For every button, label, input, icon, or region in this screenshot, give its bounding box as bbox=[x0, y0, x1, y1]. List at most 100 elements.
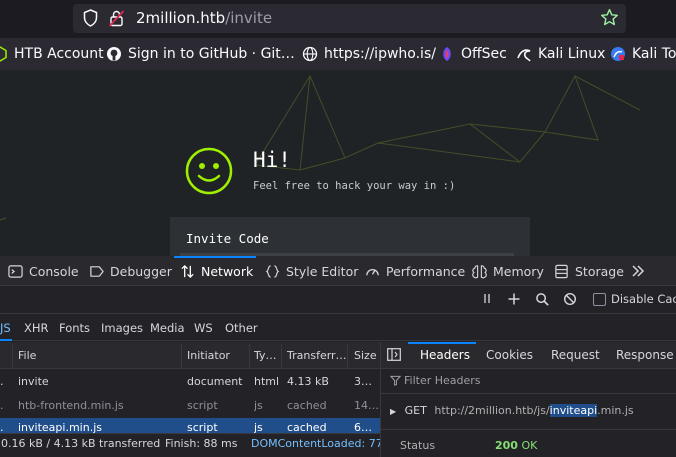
console-icon bbox=[8, 264, 23, 278]
request-url-highlight: inviteapi bbox=[549, 404, 598, 417]
expand-triangle-icon[interactable]: ▶ bbox=[390, 407, 396, 416]
request-summary-line[interactable]: ▶ GET http://2million.htb/js/inviteapi.m… bbox=[390, 404, 634, 417]
invite-code-label: Invite Code bbox=[186, 231, 269, 246]
filter-ws[interactable]: WS bbox=[194, 321, 213, 335]
request-initiator: script bbox=[187, 399, 218, 412]
request-file: invite bbox=[18, 375, 49, 388]
bookmark-github[interactable]: Sign in to GitHub · Git… bbox=[106, 44, 295, 64]
bookmark-label: OffSec bbox=[461, 46, 507, 62]
braces-icon bbox=[265, 264, 280, 278]
bookmark-htb-account[interactable]: HTB Account bbox=[0, 44, 104, 64]
disable-cache-checkbox[interactable]: Disable Cache bbox=[593, 292, 676, 306]
bookmark-star-icon[interactable] bbox=[600, 8, 619, 27]
page-heading: Hi! bbox=[253, 148, 291, 172]
filter-icon bbox=[390, 375, 401, 386]
details-tab-cookies[interactable]: Cookies bbox=[486, 348, 533, 362]
filter-headers-placeholder: Filter Headers bbox=[404, 374, 481, 387]
tab-performance[interactable]: Performance bbox=[365, 259, 465, 283]
debugger-icon bbox=[90, 265, 104, 277]
active-details-tab-indicator bbox=[408, 342, 476, 344]
filter-xhr[interactable]: XHR bbox=[24, 321, 49, 335]
status-label: Status bbox=[400, 439, 436, 452]
summary-transferred: 50.16 kB / 4.13 kB transferred bbox=[0, 437, 161, 450]
details-tab-headers[interactable]: Headers bbox=[420, 348, 470, 362]
url-path: /invite bbox=[225, 9, 273, 27]
column-divider bbox=[181, 344, 182, 368]
bookmark-label: Kali To bbox=[632, 46, 676, 62]
bookmark-ipwho[interactable]: https://ipwho.is/ bbox=[302, 44, 436, 64]
tab-label: Performance bbox=[386, 263, 466, 279]
bookmark-label: HTB Account bbox=[14, 46, 104, 62]
summary-finish: Finish: 88 ms bbox=[165, 437, 238, 450]
request-transferred: cached bbox=[287, 399, 327, 412]
page-tagline: Feel free to hack your way in :) bbox=[253, 180, 456, 192]
request-url-prefix: http://2million.htb/js/ bbox=[434, 404, 550, 417]
bookmark-kali-linux[interactable]: Kali Linux bbox=[516, 44, 605, 64]
summary-domcontentloaded: DOMContentLoaded: 77 m bbox=[251, 437, 380, 450]
tab-network[interactable]: Network bbox=[180, 259, 253, 283]
bookmark-label: Sign in to GitHub · Git… bbox=[128, 46, 295, 62]
filter-media[interactable]: Media bbox=[150, 321, 185, 335]
search-icon[interactable] bbox=[535, 292, 550, 307]
gauge-icon bbox=[366, 268, 379, 275]
kali-icon bbox=[517, 49, 531, 62]
offsec-icon bbox=[443, 47, 451, 61]
filter-other[interactable]: Other bbox=[225, 321, 258, 335]
column-divider bbox=[12, 344, 13, 368]
insecure-lock-icon[interactable] bbox=[108, 9, 125, 27]
filter-js[interactable]: JS bbox=[0, 321, 11, 335]
details-tab-response[interactable]: Response bbox=[616, 348, 674, 362]
tab-style-editor[interactable]: Style Editor bbox=[265, 259, 358, 283]
globe-icon bbox=[302, 46, 318, 62]
request-type: html bbox=[254, 375, 280, 388]
request-method: . bbox=[0, 399, 4, 412]
more-tabs-chevron-icon[interactable] bbox=[630, 263, 646, 279]
tab-console[interactable]: Console bbox=[8, 259, 79, 283]
request-initiator: document bbox=[187, 375, 243, 388]
request-row[interactable]: . htb-frontend.min.js script js cached 1… bbox=[0, 394, 380, 418]
htb-icon bbox=[0, 46, 7, 62]
column-initiator[interactable]: Initiator bbox=[187, 349, 230, 362]
request-method-label: GET bbox=[404, 404, 427, 417]
column-type[interactable]: Ty… bbox=[254, 349, 277, 362]
request-transferred: cached bbox=[287, 421, 327, 433]
network-icon bbox=[181, 264, 194, 278]
request-size: 3… bbox=[354, 375, 372, 388]
memory-icon bbox=[472, 264, 487, 278]
tab-label: Storage bbox=[575, 263, 624, 279]
smiley-icon bbox=[185, 147, 233, 195]
column-file[interactable]: File bbox=[18, 349, 36, 362]
disable-cache-label: Disable Cache bbox=[611, 292, 676, 306]
clear-icon[interactable] bbox=[563, 292, 577, 306]
tab-label: Console bbox=[29, 263, 79, 279]
checkbox-box[interactable] bbox=[593, 292, 606, 306]
request-size: 14… bbox=[354, 399, 379, 412]
details-tab-request[interactable]: Request bbox=[551, 348, 600, 362]
request-row[interactable]: . invite document html 4.13 kB 3… bbox=[0, 370, 380, 394]
tab-memory[interactable]: Memory bbox=[472, 259, 544, 283]
filter-images[interactable]: Images bbox=[101, 321, 143, 335]
bookmark-kali-tools[interactable]: Kali To bbox=[610, 44, 676, 64]
column-divider bbox=[249, 344, 250, 368]
storage-icon bbox=[555, 264, 568, 278]
column-size[interactable]: Size bbox=[354, 349, 377, 362]
request-file: htb-frontend.min.js bbox=[18, 399, 124, 412]
tab-storage[interactable]: Storage bbox=[554, 259, 624, 283]
active-filter-indicator bbox=[0, 339, 12, 341]
shield-icon[interactable] bbox=[82, 9, 99, 27]
request-row-selected[interactable]: . inviteapi.min.js script js cached 6… bbox=[0, 418, 380, 433]
status-value: 200 OK bbox=[495, 439, 537, 452]
status-text: OK bbox=[521, 439, 538, 452]
url-text[interactable]: 2million.htb/invite bbox=[136, 8, 272, 28]
request-initiator: script bbox=[187, 421, 218, 433]
column-divider bbox=[347, 344, 348, 368]
column-transferred[interactable]: Transferr… bbox=[287, 349, 347, 362]
toggle-sidebar-icon[interactable] bbox=[387, 348, 401, 361]
filter-fonts[interactable]: Fonts bbox=[59, 321, 90, 335]
pause-icon[interactable] bbox=[480, 292, 494, 306]
tab-label: Style Editor bbox=[286, 263, 359, 279]
tab-label: Memory bbox=[493, 263, 544, 279]
bookmark-offsec[interactable]: OffSec bbox=[439, 44, 507, 64]
add-request-blocking-icon[interactable] bbox=[507, 292, 521, 306]
tab-debugger[interactable]: Debugger bbox=[89, 259, 172, 283]
